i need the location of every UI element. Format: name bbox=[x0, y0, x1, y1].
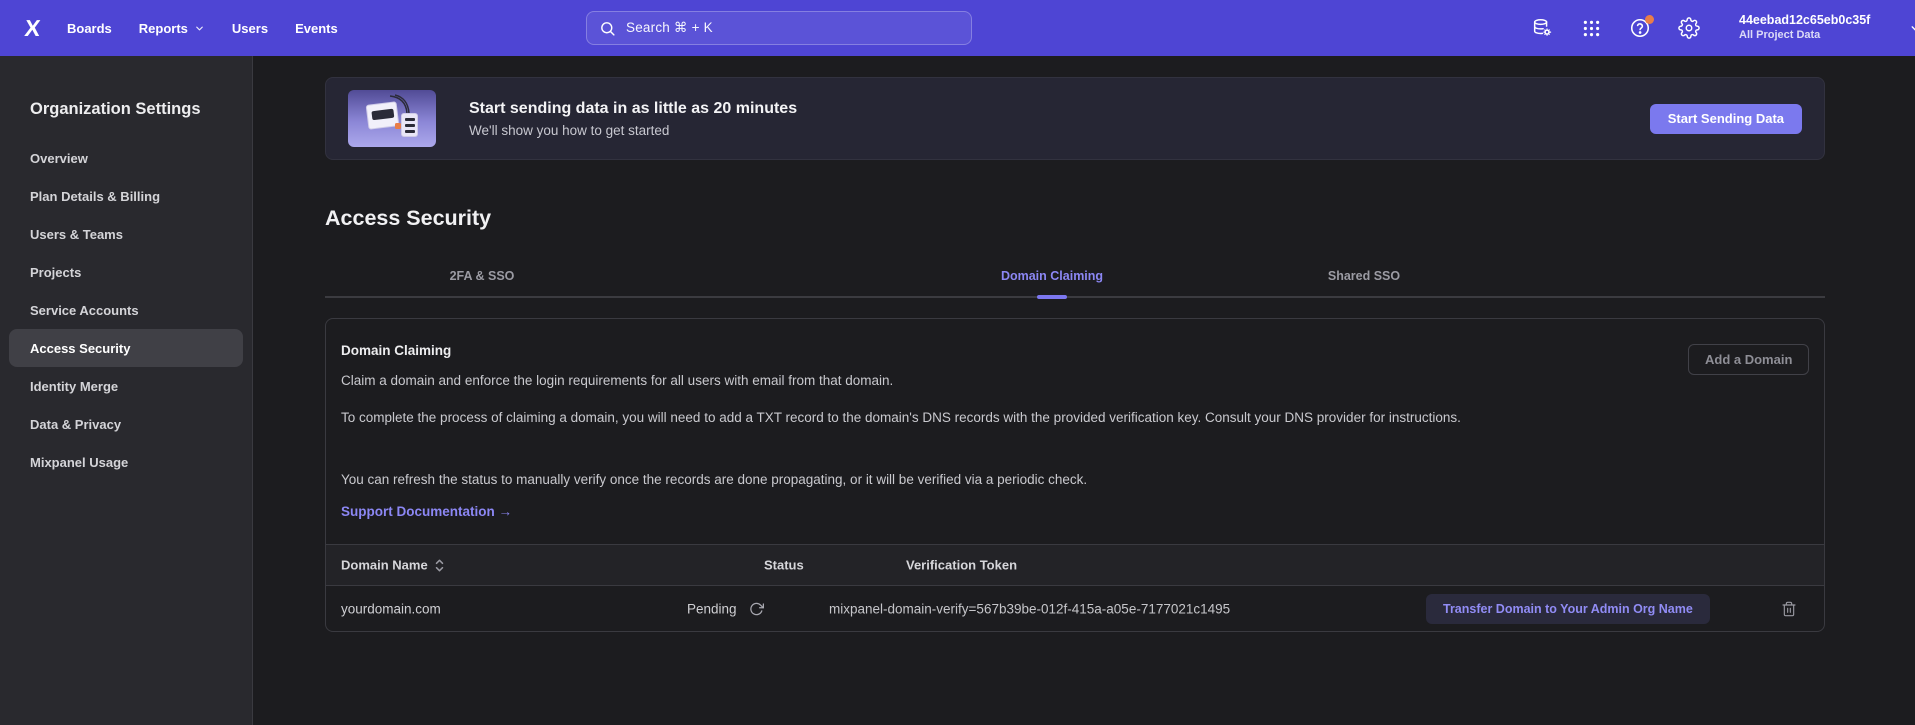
nav-item-label: Events bbox=[295, 21, 338, 36]
sidebar-title: Organization Settings bbox=[30, 100, 201, 119]
sort-icon[interactable] bbox=[435, 558, 444, 572]
domain-name-cell: yourdomain.com bbox=[341, 601, 441, 616]
table-row: yourdomain.com Pending mixpanel-domain-v… bbox=[326, 586, 1824, 631]
sidebar-item-access-security[interactable]: Access Security bbox=[9, 329, 243, 367]
onboarding-banner: Start sending data in as little as 20 mi… bbox=[325, 77, 1825, 160]
search-placeholder: Search ⌘ + K bbox=[626, 20, 713, 36]
primary-nav: Boards Reports Users Events bbox=[67, 21, 338, 36]
column-header-domain-name: Domain Name bbox=[341, 558, 444, 573]
nav-item-reports[interactable]: Reports bbox=[139, 21, 205, 36]
sidebar-item-users-teams[interactable]: Users & Teams bbox=[9, 215, 243, 253]
search-icon bbox=[599, 20, 616, 37]
card-title: Domain Claiming bbox=[341, 343, 451, 358]
org-settings-sidebar: Organization Settings Overview Plan Deta… bbox=[0, 56, 253, 725]
account-chevron-down-icon[interactable] bbox=[1909, 22, 1915, 35]
banner-illustration bbox=[348, 90, 436, 147]
column-label: Status bbox=[764, 558, 804, 573]
verification-token-cell: mixpanel-domain-verify=567b39be-012f-415… bbox=[829, 601, 1230, 616]
banner-title: Start sending data in as little as 20 mi… bbox=[469, 100, 797, 118]
support-documentation-link[interactable]: Support Documentation → bbox=[341, 504, 512, 519]
account-switcher[interactable]: 44eebad12c65eb0c35f All Project Data bbox=[1739, 13, 1870, 42]
tab-shared-sso[interactable]: Shared SSO bbox=[1328, 269, 1400, 283]
nav-item-label: Reports bbox=[139, 21, 188, 36]
column-label: Domain Name bbox=[341, 558, 428, 573]
notification-badge bbox=[1645, 15, 1654, 24]
start-sending-data-button[interactable]: Start Sending Data bbox=[1650, 104, 1802, 134]
app-screen: X Boards Reports Users Events Search ⌘ +… bbox=[0, 0, 1915, 725]
domain-claiming-card: Domain Claiming Add a Domain Claim a dom… bbox=[325, 318, 1825, 632]
description-paragraph: You can refresh the status to manually v… bbox=[341, 469, 1087, 491]
column-header-status: Status bbox=[764, 558, 804, 573]
account-id: 44eebad12c65eb0c35f bbox=[1739, 13, 1870, 29]
mixpanel-logo-icon[interactable]: X bbox=[17, 14, 48, 42]
apps-grid-icon[interactable] bbox=[1580, 17, 1602, 39]
data-settings-icon[interactable] bbox=[1531, 17, 1553, 39]
page-title: Access Security bbox=[325, 206, 491, 231]
nav-item-boards[interactable]: Boards bbox=[67, 21, 112, 36]
description-paragraph: To complete the process of claiming a do… bbox=[341, 407, 1591, 429]
transfer-domain-button[interactable]: Transfer Domain to Your Admin Org Name bbox=[1426, 594, 1710, 624]
sidebar-item-service-accounts[interactable]: Service Accounts bbox=[9, 291, 243, 329]
nav-item-label: Boards bbox=[67, 21, 112, 36]
top-navbar: X Boards Reports Users Events Search ⌘ +… bbox=[0, 0, 1915, 56]
account-scope: All Project Data bbox=[1739, 29, 1870, 43]
settings-gear-icon[interactable] bbox=[1678, 17, 1700, 39]
device-graphic bbox=[401, 113, 418, 137]
delete-domain-trash-icon[interactable] bbox=[1781, 601, 1797, 617]
sidebar-item-projects[interactable]: Projects bbox=[9, 253, 243, 291]
sidebar-item-identity-merge[interactable]: Identity Merge bbox=[9, 367, 243, 405]
sidebar-item-plan-details-billing[interactable]: Plan Details & Billing bbox=[9, 177, 243, 215]
description-paragraph: Claim a domain and enforce the login req… bbox=[341, 370, 893, 392]
refresh-status-icon[interactable] bbox=[749, 601, 764, 616]
nav-right-group: 44eebad12c65eb0c35f All Project Data bbox=[1531, 0, 1915, 56]
column-label: Verification Token bbox=[906, 558, 1017, 573]
tab-2fa-sso[interactable]: 2FA & SSO bbox=[450, 269, 515, 283]
add-domain-button[interactable]: Add a Domain bbox=[1688, 344, 1809, 375]
banner-text: Start sending data in as little as 20 mi… bbox=[469, 100, 797, 138]
nav-item-users[interactable]: Users bbox=[232, 21, 268, 36]
active-tab-indicator bbox=[1037, 295, 1067, 299]
sidebar-item-overview[interactable]: Overview bbox=[9, 139, 243, 177]
column-header-verification-token: Verification Token bbox=[906, 558, 1017, 573]
status-text: Pending bbox=[687, 601, 737, 616]
help-icon[interactable] bbox=[1629, 17, 1651, 39]
chevron-down-icon bbox=[194, 23, 205, 34]
sidebar-item-data-privacy[interactable]: Data & Privacy bbox=[9, 405, 243, 443]
sidebar-item-mixpanel-usage[interactable]: Mixpanel Usage bbox=[9, 443, 243, 481]
nav-item-label: Users bbox=[232, 21, 268, 36]
status-cell: Pending bbox=[687, 601, 764, 616]
search-input[interactable]: Search ⌘ + K bbox=[586, 11, 972, 45]
tab-divider bbox=[325, 296, 1825, 298]
sidebar-items: Overview Plan Details & Billing Users & … bbox=[0, 139, 252, 481]
banner-subtitle: We'll show you how to get started bbox=[469, 123, 797, 138]
nav-item-events[interactable]: Events bbox=[295, 21, 338, 36]
tab-domain-claiming[interactable]: Domain Claiming bbox=[1001, 269, 1103, 283]
table-header: Domain Name Status Verification Token bbox=[326, 544, 1824, 586]
